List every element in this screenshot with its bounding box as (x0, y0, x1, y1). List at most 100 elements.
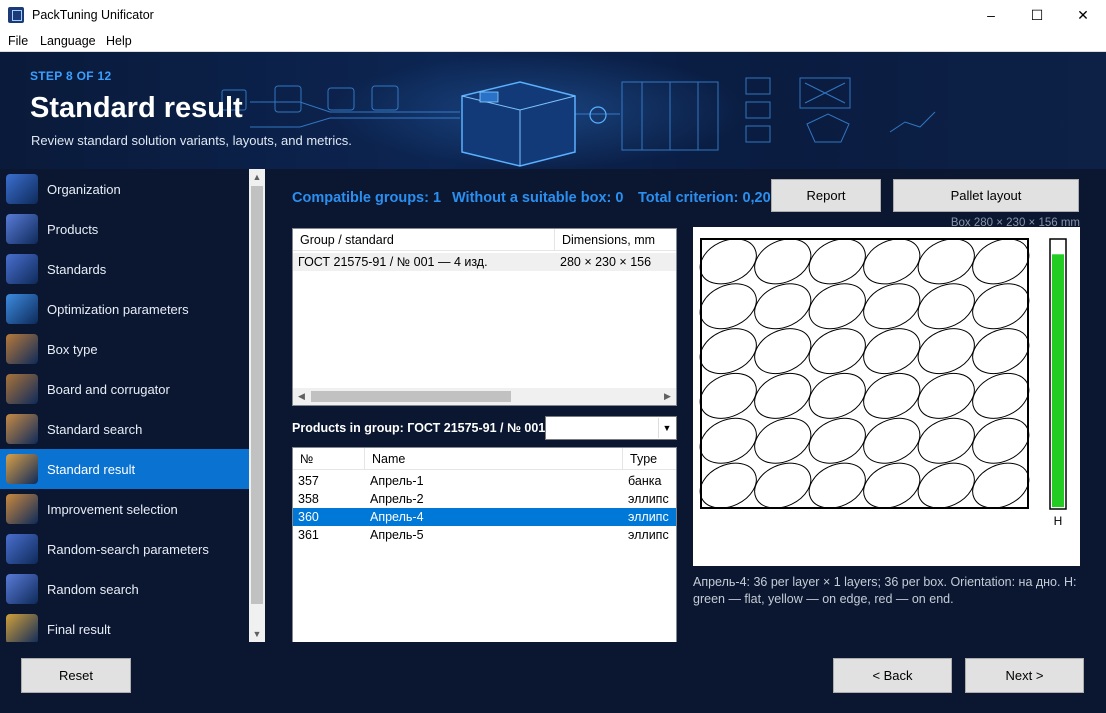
total-criterion: Total criterion: 0,205 (638, 190, 770, 206)
sidebar-scrollbar[interactable]: ▲ ▼ (249, 169, 265, 642)
groups-table[interactable]: Group / standard Dimensions, mm ГОСТ 215… (292, 228, 677, 406)
layout-caption: Апрель-4: 36 per layer × 1 layers; 36 pe… (693, 575, 1077, 606)
sidebar-item-label: Box type (47, 342, 98, 357)
sidebar-item-random-search[interactable]: Random search (0, 569, 249, 609)
next-button[interactable]: Next > (965, 658, 1084, 693)
menu-help[interactable]: Help (106, 34, 132, 48)
sidebar: Organization Products Standards Optimizatio… (0, 169, 265, 644)
column-name[interactable]: Name (365, 448, 623, 470)
scrollbar-thumb[interactable] (251, 186, 263, 604)
product-name: Апрель-1 (370, 474, 424, 488)
sidebar-item-standard-result[interactable]: Standard result (0, 449, 249, 489)
product-name: Апрель-5 (370, 528, 424, 542)
standards-icon (6, 254, 38, 284)
sidebar-item-label: Standard result (47, 462, 136, 477)
product-ellipse (917, 283, 975, 330)
groups-hscrollbar[interactable]: ◀ ▶ (293, 388, 676, 405)
sidebar-item-label: Board and corrugator (47, 382, 170, 397)
chevron-down-icon[interactable]: ▼ (658, 418, 675, 438)
scrollbar-thumb[interactable] (311, 391, 511, 402)
column-dimensions[interactable]: Dimensions, mm (555, 229, 676, 251)
product-ellipse (863, 372, 921, 419)
standard-search-icon (6, 414, 38, 444)
scroll-down-icon[interactable]: ▼ (249, 626, 265, 642)
column-group-standard[interactable]: Group / standard (293, 229, 555, 251)
reset-button[interactable]: Reset (21, 658, 131, 693)
menu-file[interactable]: File (8, 34, 28, 48)
close-button[interactable]: ✕ (1060, 0, 1106, 30)
product-number: 361 (298, 528, 319, 542)
scroll-left-icon[interactable]: ◀ (293, 388, 310, 405)
table-row[interactable]: ГОСТ 21575-91 / № 001 — 4 изд. 280 × 230… (293, 253, 676, 271)
products-table[interactable]: № Name Type 357 Апрель-1 банка 358 Апрель-2 э… (292, 447, 677, 675)
organization-icon (6, 174, 38, 204)
minimize-button[interactable]: – (968, 0, 1014, 30)
page-title: Standard result (30, 92, 243, 124)
table-row[interactable]: 361 Апрель-5 эллипс (293, 526, 676, 544)
product-ellipse (754, 328, 812, 375)
sidebar-item-improvement[interactable]: Improvement selection (0, 489, 249, 529)
scroll-up-icon[interactable]: ▲ (249, 169, 265, 185)
table-row[interactable]: 358 Апрель-2 эллипс (293, 490, 676, 508)
groups-table-header: Group / standard Dimensions, mm (293, 229, 676, 251)
height-bar-fill (1052, 254, 1064, 507)
random-params-icon (6, 534, 38, 564)
product-ellipse (917, 372, 975, 419)
app-icon (8, 7, 24, 23)
sidebar-item-label: Products (47, 222, 99, 237)
column-number[interactable]: № (293, 448, 365, 470)
product-ellipse (917, 417, 975, 464)
window-title: PackTuning Unificator (32, 8, 154, 22)
sidebar-item-board[interactable]: Board and corrugator (0, 369, 249, 409)
pallet-layout-button[interactable]: Pallet layout (893, 179, 1079, 212)
sidebar-item-optimization[interactable]: Optimization parameters (0, 289, 249, 329)
product-ellipse (972, 328, 1030, 375)
sidebar-item-random-params[interactable]: Random-search parameters (0, 529, 249, 569)
column-type[interactable]: Type (623, 448, 676, 470)
product-type: эллипс (628, 492, 669, 506)
sidebar-item-label: Random search (47, 582, 139, 597)
header-banner: STEP 8 OF 12 Standard result Review stan… (0, 52, 1106, 169)
sidebar-item-label: Improvement selection (47, 502, 178, 517)
product-ellipse (808, 417, 866, 464)
standard-result-icon (6, 454, 38, 484)
product-number: 360 (298, 510, 319, 524)
app-area: STEP 8 OF 12 Standard result Review stan… (0, 52, 1106, 713)
sidebar-item-label: Standards (47, 262, 107, 277)
products-icon (6, 214, 38, 244)
page-subtitle: Review standard solution variants, layou… (31, 133, 352, 148)
group-select-combo[interactable]: ▼ (545, 416, 677, 440)
back-button[interactable]: < Back (833, 658, 952, 693)
product-type: банка (628, 474, 662, 488)
product-ellipse (699, 283, 757, 330)
sidebar-item-organization[interactable]: Organization (0, 169, 249, 209)
menu-language[interactable]: Language (40, 34, 96, 48)
product-ellipse (863, 417, 921, 464)
product-ellipse (699, 417, 757, 464)
board-icon (6, 374, 38, 404)
scroll-right-icon[interactable]: ▶ (659, 388, 676, 405)
products-table-header: № Name Type (293, 448, 676, 470)
sidebar-item-standard-search[interactable]: Standard search (0, 409, 249, 449)
random-search-icon (6, 574, 38, 604)
box-illustration (461, 81, 576, 167)
table-row[interactable]: 360 Апрель-4 эллипс (293, 508, 676, 526)
product-ellipse (863, 328, 921, 375)
products-in-group-label: Products in group: ГОСТ 21575-91 / № 001 (292, 421, 546, 435)
sidebar-item-label: Standard search (47, 422, 143, 437)
layout-drawing: H (699, 238, 1067, 528)
product-ellipse (808, 372, 866, 419)
report-button[interactable]: Report (771, 179, 881, 212)
maximize-button[interactable]: ☐ (1014, 0, 1060, 30)
sidebar-item-label: Organization (47, 182, 121, 197)
sidebar-item-standards[interactable]: Standards (0, 249, 249, 289)
group-dimensions: 280 × 230 × 156 (560, 255, 652, 269)
sidebar-item-box-type[interactable]: Box type (0, 329, 249, 369)
product-number: 358 (298, 492, 319, 506)
optimization-icon (6, 294, 38, 324)
product-ellipse (972, 283, 1030, 330)
table-row[interactable]: 357 Апрель-1 банка (293, 472, 676, 490)
product-ellipse (754, 417, 812, 464)
sidebar-item-products[interactable]: Products (0, 209, 249, 249)
group-name: ГОСТ 21575-91 / № 001 — 4 изд. (298, 255, 488, 269)
